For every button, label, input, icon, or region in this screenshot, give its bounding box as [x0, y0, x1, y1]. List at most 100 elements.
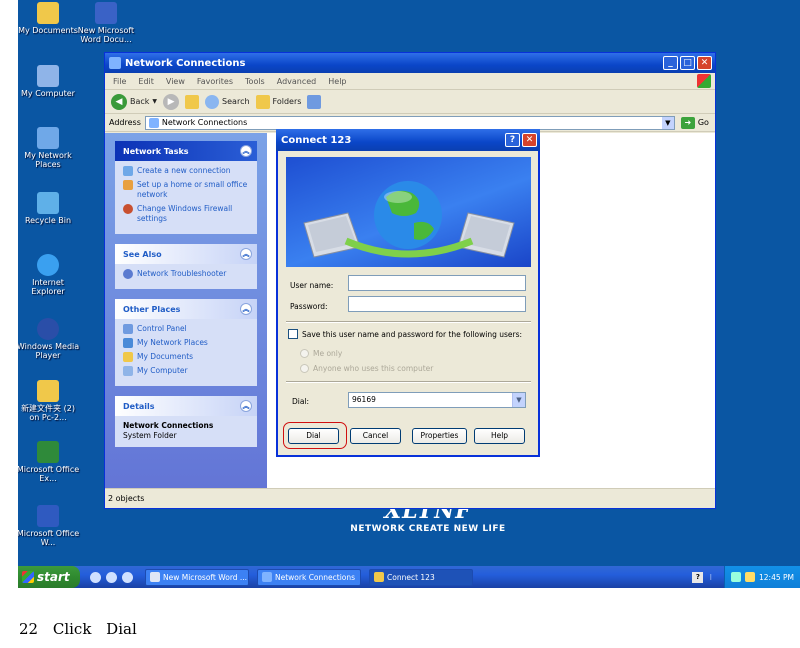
chevron-down-icon: ▼: [152, 98, 158, 105]
details-name: Network Connections: [123, 421, 214, 430]
task-home-network[interactable]: Set up a home or small office network: [123, 180, 251, 200]
details-header[interactable]: Details ︽: [115, 396, 257, 416]
quick-launch-icon[interactable]: [90, 571, 101, 583]
maximize-button[interactable]: □: [680, 56, 695, 70]
network-tasks-header[interactable]: Network Tasks ︽: [115, 141, 257, 161]
desktop-icon-word[interactable]: Microsoft Office W...: [18, 505, 80, 547]
address-label: Address: [109, 118, 141, 127]
desktop: My Documents New Microsoft Word Docu... …: [18, 0, 800, 588]
see-also-header[interactable]: See Also ︽: [115, 244, 257, 264]
go-arrow-icon: ➜: [680, 116, 695, 129]
window-titlebar[interactable]: Network Connections _ □ ✕: [105, 53, 715, 73]
back-arrow-icon: ◀: [111, 93, 127, 110]
checkbox-box[interactable]: [288, 329, 298, 339]
link-my-computer[interactable]: My Computer: [123, 366, 251, 376]
task-firewall-settings[interactable]: Change Windows Firewall settings: [123, 204, 251, 224]
quick-launch-icon[interactable]: [122, 571, 133, 583]
taskbar: start New Microsoft Word ... Network Con…: [18, 566, 800, 588]
search-button[interactable]: Search: [205, 94, 250, 109]
expand-icon[interactable]: ⁝: [709, 573, 712, 582]
globe-laptops-illustration: [303, 181, 515, 258]
tray-volume-icon[interactable]: [745, 572, 755, 582]
step-caption: 22 Click Dial: [19, 620, 137, 638]
task-pane: Network Tasks ︽ Create a new connection …: [105, 133, 267, 488]
link-my-network-places[interactable]: My Network Places: [123, 338, 251, 348]
properties-button[interactable]: Properties: [412, 428, 467, 444]
radio-dot[interactable]: [300, 349, 309, 358]
dial-label: Dial:: [292, 397, 310, 406]
back-button[interactable]: ◀ Back ▼: [111, 93, 158, 110]
up-folder-icon[interactable]: [185, 94, 200, 109]
desktop-icon-shared-folder[interactable]: 新建文件夹 (2) on Pc-2...: [18, 380, 80, 422]
minimize-button[interactable]: _: [663, 56, 678, 70]
brand-tagline: NETWORK CREATE NEW LIFE: [350, 524, 506, 534]
password-label: Password:: [290, 302, 328, 311]
chevron-down-icon[interactable]: ▼: [661, 116, 674, 129]
close-button[interactable]: ✕: [697, 56, 712, 70]
desktop-icon-word-document[interactable]: New Microsoft Word Docu...: [74, 2, 138, 44]
computer-icon: [123, 366, 133, 376]
taskbar-button-network-connections[interactable]: Network Connections: [257, 568, 361, 586]
folder-icon: [37, 380, 59, 402]
link-control-panel[interactable]: Control Panel: [123, 324, 251, 334]
collapse-chevron-icon[interactable]: ︽: [240, 248, 252, 260]
save-credentials-checkbox[interactable]: Save this user name and password for the…: [288, 329, 522, 339]
home-network-icon: [123, 180, 133, 190]
radio-dot[interactable]: [300, 364, 309, 373]
network-connections-icon: [148, 117, 159, 128]
menu-file[interactable]: File: [113, 77, 126, 86]
address-input[interactable]: Network Connections ▼: [144, 115, 675, 130]
dialog-titlebar[interactable]: Connect 123 ? ✕: [276, 129, 540, 151]
desktop-icon-my-network-places[interactable]: My Network Places: [18, 127, 80, 169]
firewall-icon: [123, 204, 133, 214]
details-type: System Folder: [123, 431, 177, 440]
info-icon: [123, 269, 133, 279]
help-button[interactable]: Help: [474, 428, 525, 444]
go-button[interactable]: ➜ Go: [680, 116, 709, 129]
new-connection-icon: [123, 166, 133, 176]
task-create-connection[interactable]: Create a new connection: [123, 166, 251, 176]
desktop-icon-my-computer[interactable]: My Computer: [18, 65, 80, 98]
network-connections-icon: [109, 57, 121, 69]
desktop-icon-excel[interactable]: Microsoft Office Ex...: [18, 441, 80, 483]
desktop-icon-internet-explorer[interactable]: Internet Explorer: [18, 254, 80, 296]
menu-tools[interactable]: Tools: [245, 77, 265, 86]
dial-button[interactable]: Dial: [288, 428, 339, 444]
collapse-chevron-icon[interactable]: ︽: [240, 145, 252, 157]
menu-advanced[interactable]: Advanced: [277, 77, 317, 86]
desktop-icon-my-documents[interactable]: My Documents: [18, 2, 80, 35]
link-network-troubleshooter[interactable]: Network Troubleshooter: [123, 269, 251, 279]
tray-network-icon[interactable]: [731, 572, 741, 582]
quick-launch: [90, 571, 133, 583]
chevron-down-icon[interactable]: ▼: [512, 393, 525, 407]
password-input[interactable]: [348, 296, 526, 312]
desktop-icon-recycle-bin[interactable]: Recycle Bin: [18, 192, 80, 225]
user-name-input[interactable]: [348, 275, 526, 291]
cancel-button[interactable]: Cancel: [350, 428, 401, 444]
taskbar-button-connect[interactable]: Connect 123: [369, 568, 473, 586]
quick-launch-icon[interactable]: [106, 571, 117, 583]
folders-button[interactable]: Folders: [255, 94, 301, 109]
collapse-chevron-icon[interactable]: ︽: [240, 400, 252, 412]
views-icon[interactable]: [307, 94, 322, 109]
folders-icon: [255, 94, 270, 109]
other-places-header[interactable]: Other Places ︽: [115, 299, 257, 319]
menu-favorites[interactable]: Favorites: [197, 77, 233, 86]
menu-edit[interactable]: Edit: [138, 77, 154, 86]
radio-anyone[interactable]: Anyone who uses this computer: [300, 364, 433, 373]
dialog-close-button[interactable]: ✕: [522, 133, 537, 147]
menu-help[interactable]: Help: [328, 77, 346, 86]
menu-view[interactable]: View: [166, 77, 185, 86]
help-icon[interactable]: ?: [692, 571, 704, 583]
clock: 12:45 PM: [759, 572, 794, 582]
desktop-icon-windows-media-player[interactable]: Windows Media Player: [18, 318, 80, 360]
separator: [286, 381, 531, 383]
start-button[interactable]: start: [18, 566, 80, 588]
radio-me-only[interactable]: Me only: [300, 349, 342, 358]
link-my-documents[interactable]: My Documents: [123, 352, 251, 362]
taskbar-button-word[interactable]: New Microsoft Word ...: [145, 568, 249, 586]
collapse-chevron-icon[interactable]: ︽: [240, 303, 252, 315]
forward-button[interactable]: ▶: [163, 93, 180, 110]
dial-number-select[interactable]: 96169 ▼: [348, 392, 526, 408]
help-question-button[interactable]: ?: [505, 133, 520, 147]
